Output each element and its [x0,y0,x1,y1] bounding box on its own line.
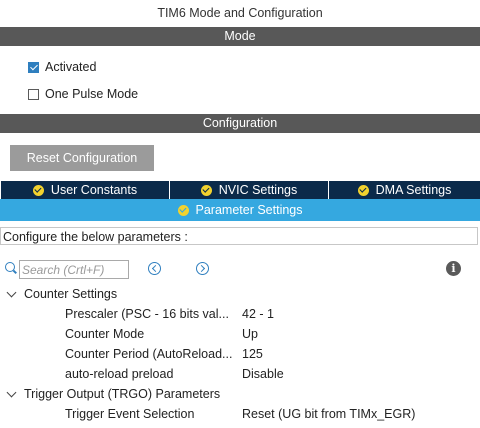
check-circle-icon [177,204,189,216]
param-name[interactable]: Trigger Event Selection [65,407,241,421]
tab-label: Parameter Settings [195,203,303,217]
chevron-down-icon[interactable] [6,387,17,397]
tab-label: NVIC Settings [218,183,298,197]
tab-dma-settings[interactable]: DMA Settings [329,181,480,199]
window-title: TIM6 Mode and Configuration [157,6,323,20]
param-value[interactable]: 125 [242,347,263,361]
param-name[interactable]: Counter Period (AutoReload... [65,347,241,361]
info-icon[interactable]: i [446,261,461,276]
check-circle-icon [200,184,212,196]
group-label: Trigger Output (TRGO) Parameters [24,387,221,401]
chevron-left-circle-icon[interactable] [148,262,161,275]
mode-section-header: Mode [0,27,480,46]
check-circle-icon [32,184,44,196]
param-value[interactable]: Disable [242,367,284,381]
group-trigger-output-parameters[interactable]: Trigger Output (TRGO) Parameters [6,387,220,401]
configuration-section-header: Configuration [0,114,480,133]
chevron-down-icon[interactable] [6,287,17,297]
param-value[interactable]: Up [242,327,258,341]
instructions-text: Configure the below parameters : [0,227,478,245]
search-input[interactable] [19,260,129,279]
one-pulse-mode-checkbox[interactable]: One Pulse Mode [28,87,138,101]
checkbox-unchecked-icon[interactable] [28,88,39,100]
activated-checkbox[interactable]: Activated [28,60,96,74]
group-counter-settings[interactable]: Counter Settings [6,287,117,301]
param-value[interactable]: Reset (UG bit from TIMx_EGR) [242,407,415,421]
param-name[interactable]: auto-reload preload [65,367,241,381]
activated-label: Activated [45,60,97,74]
tab-user-constants[interactable]: User Constants [1,181,170,199]
param-name[interactable]: Counter Mode [65,327,241,341]
tab-label: User Constants [50,183,138,197]
tab-parameter-settings[interactable]: Parameter Settings [0,199,480,221]
tab-label: DMA Settings [375,183,452,197]
search-icon [5,262,15,272]
one-pulse-mode-label: One Pulse Mode [45,87,139,101]
checkbox-checked-icon[interactable] [28,61,39,73]
reset-configuration-button[interactable]: Reset Configuration [10,145,154,171]
check-circle-icon [357,184,369,196]
group-label: Counter Settings [24,287,118,301]
param-value[interactable]: 42 - 1 [242,307,274,321]
tab-nvic-settings[interactable]: NVIC Settings [170,181,329,199]
chevron-right-circle-icon[interactable] [196,262,209,275]
param-name[interactable]: Prescaler (PSC - 16 bits val... [65,307,241,321]
